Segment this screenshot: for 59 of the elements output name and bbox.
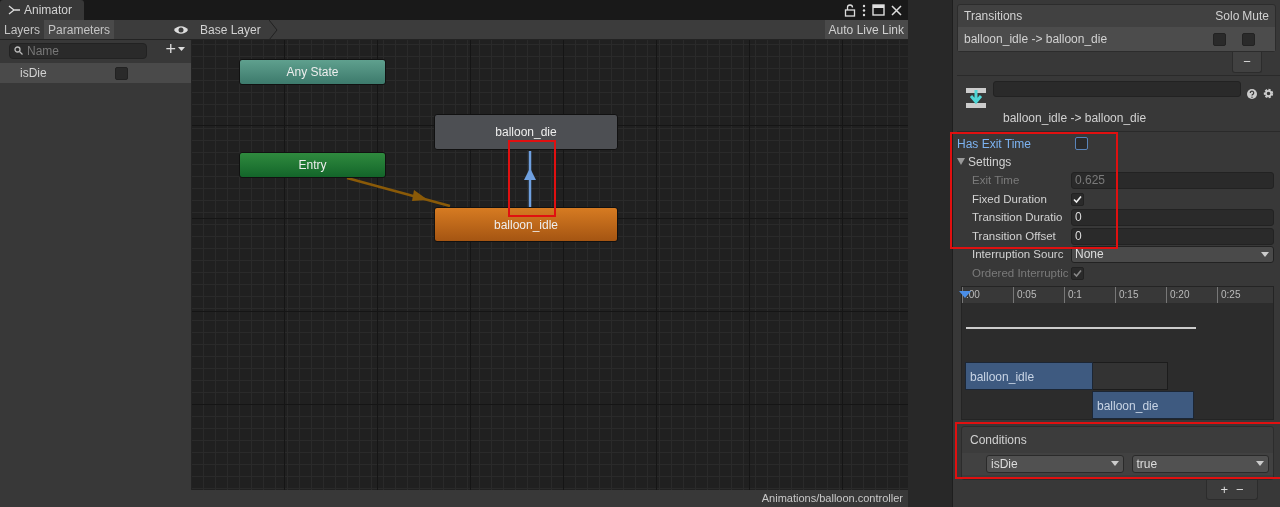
property-label: Ordered Interruptic — [971, 265, 1070, 281]
property-label: Fixed Duration — [971, 191, 1048, 207]
timeline-tick-label: 0:1 — [1064, 286, 1115, 303]
section-header: Conditions — [969, 431, 1028, 449]
transition-arrow[interactable] — [524, 151, 536, 207]
mute-checkbox[interactable] — [1242, 32, 1255, 46]
auto-live-link-button[interactable]: Auto Live Link — [824, 20, 908, 39]
state-node[interactable]: Entry — [239, 152, 386, 178]
property-label: Transition Offset — [971, 228, 1057, 244]
state-node[interactable]: balloon_idle — [434, 207, 618, 242]
dropdown-caret-icon[interactable] — [1256, 461, 1264, 466]
close-icon[interactable] — [891, 4, 902, 16]
timeline-tick-label: 0:15 — [1115, 286, 1166, 303]
number-field[interactable]: 0 — [1071, 227, 1274, 245]
dropdown-caret-icon[interactable] — [1261, 252, 1269, 258]
transition-title: balloon_idle -> balloon_die — [1002, 109, 1148, 127]
timeline-tick-label: 0:25 — [1217, 286, 1268, 303]
settings-icon[interactable] — [1263, 88, 1274, 99]
state-node[interactable]: balloon_die — [434, 114, 618, 150]
lock-icon[interactable] — [844, 3, 856, 17]
window-tab[interactable]: Animator — [0, 0, 85, 20]
state-node[interactable]: Any State — [239, 59, 386, 85]
eye-icon[interactable] — [173, 23, 189, 36]
transition-arrow[interactable] — [346, 176, 451, 208]
more-options-icon[interactable] — [862, 3, 866, 17]
solo-checkbox[interactable] — [1213, 32, 1226, 46]
maximize-icon[interactable] — [872, 4, 885, 16]
property-label: Interruption Sourc — [971, 247, 1065, 263]
transition-icon — [965, 86, 987, 109]
property-label: Exit Time — [971, 173, 1021, 189]
parameter-dropdown[interactable]: isDie — [986, 454, 1124, 473]
list-header: Transitions — [964, 8, 1023, 25]
value-dropdown[interactable]: true — [1131, 454, 1269, 473]
dropdown[interactable]: None — [1071, 246, 1274, 264]
remove-condition-button[interactable]: − — [1232, 479, 1248, 499]
expand-triangle-icon[interactable] — [957, 158, 965, 167]
property-label: Has Exit Time — [957, 135, 1032, 153]
search-field[interactable]: Name — [9, 43, 147, 59]
parameter-checkbox[interactable] — [114, 66, 128, 80]
dropdown-caret-icon[interactable] — [1110, 461, 1119, 466]
section-label[interactable]: Settings — [968, 153, 1012, 172]
column-header: Solo — [1215, 8, 1240, 25]
property-label: Transition Duratio — [971, 210, 1064, 226]
timeline-tick-label: 0:05 — [1013, 286, 1064, 303]
number-field[interactable]: 0 — [1071, 209, 1274, 227]
dropdown-caret-icon[interactable] — [178, 47, 185, 51]
parameter-name[interactable]: isDie — [20, 64, 47, 82]
clip-bar[interactable]: balloon_idle — [965, 361, 1093, 390]
add-parameter-button[interactable]: + — [163, 41, 178, 57]
clip-bar[interactable]: balloon_die — [1092, 390, 1194, 419]
column-header: Mute — [1242, 8, 1269, 25]
add-condition-button[interactable]: + — [1216, 479, 1232, 499]
help-icon[interactable] — [1247, 88, 1257, 99]
status-bar: Animations/balloon.controller — [0, 490, 908, 507]
panel-tab[interactable]: Parameters — [44, 20, 115, 39]
timeline-tick-label: 0:20 — [1166, 286, 1217, 303]
property-checkbox[interactable] — [1071, 192, 1084, 206]
has-exit-time-checkbox[interactable] — [1075, 137, 1088, 151]
animator-icon — [8, 4, 20, 16]
